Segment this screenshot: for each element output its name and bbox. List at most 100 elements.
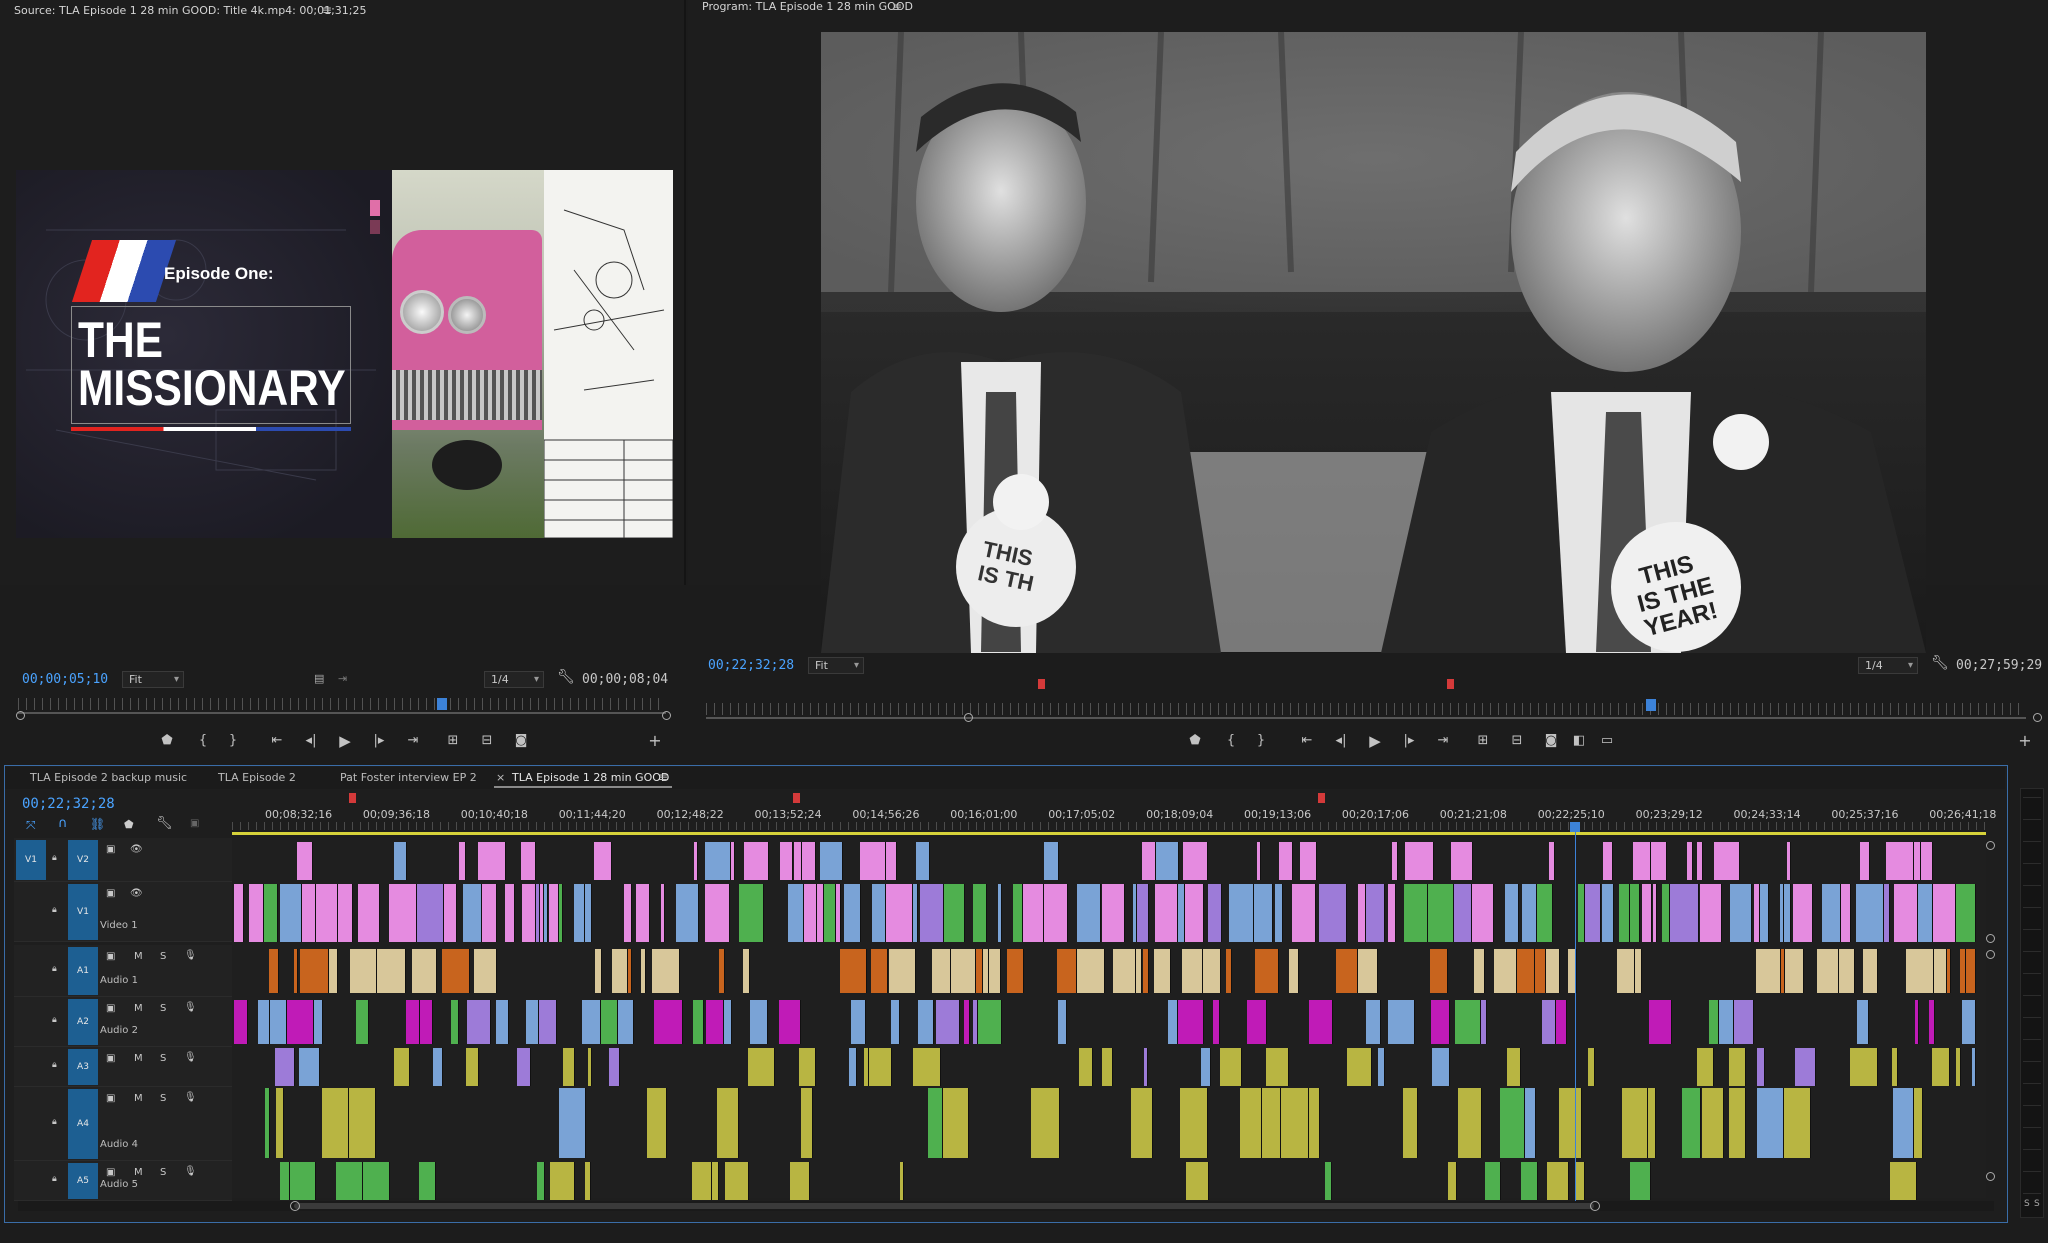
timeline-clip[interactable] — [442, 949, 470, 993]
timeline-clip[interactable] — [1617, 949, 1635, 993]
timeline-clip[interactable] — [1839, 949, 1855, 993]
timeline-clip[interactable] — [641, 949, 646, 993]
timeline-clip[interactable] — [1472, 884, 1494, 942]
go-to-in-icon[interactable]: ⇤ — [266, 731, 288, 751]
timeline-clip[interactable] — [1522, 884, 1537, 942]
tab-pat-foster[interactable]: Pat Foster interview EP 2 — [340, 771, 477, 784]
timeline-marker-red-1[interactable] — [349, 793, 356, 803]
timeline-clip[interactable] — [1432, 1048, 1450, 1086]
track-target-tag[interactable]: V2 — [68, 840, 98, 880]
timeline-clip[interactable] — [1366, 1000, 1381, 1044]
timeline-clip[interactable] — [467, 1000, 491, 1044]
timeline-marker-red-2[interactable] — [793, 793, 800, 803]
timeline-clip[interactable] — [1517, 949, 1535, 993]
tab-backup-music[interactable]: TLA Episode 2 backup music — [30, 771, 187, 784]
timeline-clip[interactable] — [1757, 1088, 1784, 1158]
timeline-clip[interactable] — [1229, 884, 1254, 942]
timeline-clip[interactable] — [1131, 1088, 1153, 1158]
timeline-clip[interactable] — [1884, 884, 1890, 942]
program-resolution-select[interactable]: 1/4 — [1858, 657, 1918, 674]
timeline-clip[interactable] — [943, 1088, 969, 1158]
solo-left-button[interactable]: S — [2024, 1199, 2030, 1209]
timeline-clip[interactable] — [412, 949, 437, 993]
wrench-icon[interactable]: 🔧︎ — [557, 669, 575, 685]
timeline-clip[interactable] — [1892, 1048, 1898, 1086]
program-play-icon[interactable]: ▶ — [1364, 731, 1386, 751]
timeline-clip[interactable] — [1275, 884, 1283, 942]
timeline-clip[interactable] — [1929, 1000, 1935, 1044]
timeline-clip[interactable] — [780, 842, 793, 880]
timeline-clip[interactable] — [840, 949, 867, 993]
timeline-clip[interactable] — [750, 1000, 768, 1044]
timeline-clip[interactable] — [1494, 949, 1517, 993]
timeline-clip[interactable] — [1144, 1048, 1148, 1086]
timeline-clip[interactable] — [1521, 1162, 1538, 1200]
timeline-clip[interactable] — [595, 949, 602, 993]
timeline-clip[interactable] — [594, 842, 612, 880]
marker-red-1[interactable] — [1038, 679, 1045, 689]
solo-button[interactable]: S — [160, 1093, 166, 1104]
timeline-clip[interactable] — [302, 884, 316, 942]
timeline-clip[interactable] — [661, 884, 665, 942]
linked-selection-icon[interactable]: ⛓︎ — [90, 817, 105, 831]
add-marker-icon[interactable]: ⬟ — [156, 731, 178, 751]
timeline-clip[interactable] — [739, 884, 764, 942]
timeline-clip[interactable] — [419, 1162, 436, 1200]
timeline-clip[interactable] — [1886, 842, 1914, 880]
timeline-clip[interactable] — [1481, 1000, 1487, 1044]
timeline-clip[interactable] — [1226, 949, 1232, 993]
timeline-scroll-thumb[interactable] — [294, 1203, 1594, 1209]
timeline-clip[interactable] — [1505, 884, 1519, 942]
timeline-clip[interactable] — [1730, 884, 1752, 942]
timeline-clip[interactable] — [1549, 842, 1555, 880]
timeline-clip[interactable] — [1358, 884, 1366, 942]
timeline-clip[interactable] — [1914, 1088, 1923, 1158]
program-timecode[interactable]: 00;22;32;28 — [708, 658, 794, 673]
track-target-tag[interactable]: A5 — [68, 1163, 98, 1199]
timeline-clip[interactable] — [338, 884, 353, 942]
eye-icon[interactable]: 👁︎ — [130, 888, 143, 899]
timeline-clip[interactable] — [694, 842, 698, 880]
timeline-clip[interactable] — [1793, 884, 1813, 942]
timeline-clip[interactable] — [1201, 1048, 1211, 1086]
extract-icon[interactable]: ⊟ — [1506, 731, 1528, 751]
source-zoom-handle-left[interactable] — [16, 711, 25, 720]
timeline-clip[interactable] — [1649, 1000, 1672, 1044]
track-header[interactable] — [14, 882, 232, 942]
timeline-clip[interactable] — [1906, 949, 1934, 993]
timeline-clip[interactable] — [549, 884, 559, 942]
work-area-bar[interactable] — [232, 832, 1986, 835]
timeline-clip[interactable] — [433, 1048, 443, 1086]
timeline-clip[interactable] — [276, 1088, 284, 1158]
source-playhead[interactable] — [437, 698, 447, 710]
program-zoom-handle-right[interactable] — [2033, 713, 2042, 722]
timeline-clip[interactable] — [1893, 1088, 1914, 1158]
track-header[interactable] — [14, 945, 232, 997]
timeline-clip[interactable] — [788, 884, 804, 942]
timeline-clip[interactable] — [517, 1048, 531, 1086]
timeline-clip[interactable] — [1113, 949, 1136, 993]
timeline-clip[interactable] — [1648, 1088, 1656, 1158]
timeline-clip[interactable] — [451, 1000, 459, 1044]
source-patch-tag[interactable]: V1 — [16, 840, 46, 880]
timeline-clip[interactable] — [1547, 1162, 1569, 1200]
tab-episode-1-active[interactable]: TLA Episode 1 28 min GOOD — [512, 771, 669, 784]
timeline-clip[interactable] — [601, 1000, 618, 1044]
tab-episode-2[interactable]: TLA Episode 2 — [218, 771, 296, 784]
timeline-clip[interactable] — [585, 884, 592, 942]
timeline-clip[interactable] — [636, 884, 650, 942]
solo-right-button[interactable]: S — [2034, 1199, 2040, 1209]
program-mark-in-icon[interactable]: { — [1220, 731, 1242, 751]
timeline-clip[interactable] — [563, 1048, 575, 1086]
timeline-clip[interactable] — [1257, 842, 1261, 880]
timeline-clip[interactable] — [1850, 1048, 1878, 1086]
timeline-clip[interactable] — [886, 842, 897, 880]
timeline-clip[interactable] — [1682, 1088, 1701, 1158]
sync-lock-icon[interactable]: ▣ — [106, 1093, 115, 1104]
program-menu-icon[interactable]: ≡ — [892, 0, 902, 14]
timeline-clip[interactable] — [394, 1048, 410, 1086]
timeline-clip[interactable] — [624, 884, 632, 942]
timeline-clip[interactable] — [1757, 1048, 1765, 1086]
timeline-clip[interactable] — [585, 1162, 591, 1200]
timeline-clip[interactable] — [1817, 949, 1839, 993]
